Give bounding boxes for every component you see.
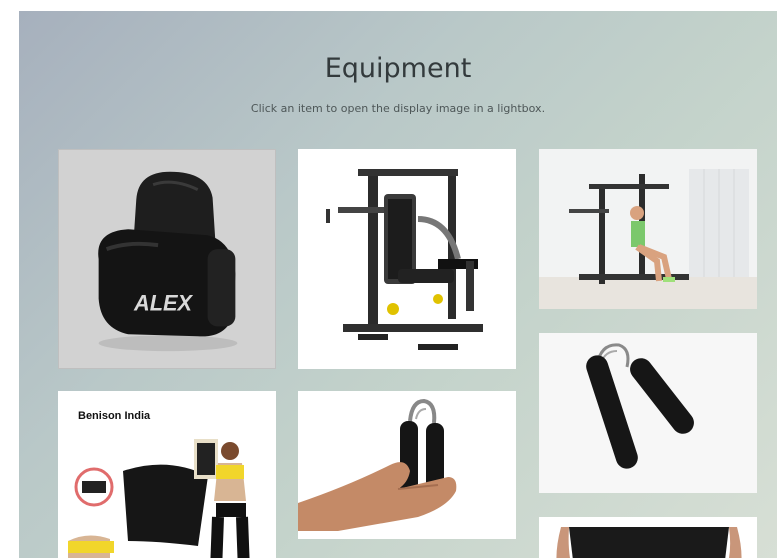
equipment-page: Equipment Click an item to open the disp… — [19, 11, 777, 558]
sweat-belt-brand-text: Benison India — [78, 410, 151, 422]
gallery-item-home-gym-in-use[interactable] — [539, 149, 757, 309]
hand-grip-in-hand-image — [298, 391, 516, 539]
gallery-item-boxing-gloves[interactable]: ALEX — [58, 149, 276, 369]
partial-item-image — [539, 517, 757, 558]
page-subtitle: Click an item to open the display image … — [250, 102, 546, 115]
gallery-item-home-gym-machine[interactable] — [298, 149, 516, 369]
home-gym-machine-image — [326, 169, 483, 350]
sweat-belt-image: Benison India — [58, 391, 276, 558]
home-gym-in-use-image — [539, 149, 757, 309]
gallery-item-partial[interactable] — [539, 517, 757, 558]
page-title: Equipment — [324, 53, 472, 84]
boxing-gloves-image: ALEX — [98, 171, 238, 352]
hand-grip-image — [539, 333, 757, 493]
gallery-item-hand-grip-in-hand[interactable] — [298, 391, 516, 539]
gallery-item-sweat-belt[interactable]: Benison India — [58, 391, 276, 558]
gallery-item-hand-grip[interactable] — [539, 333, 757, 493]
glove-brand-text: ALEX — [133, 291, 194, 316]
